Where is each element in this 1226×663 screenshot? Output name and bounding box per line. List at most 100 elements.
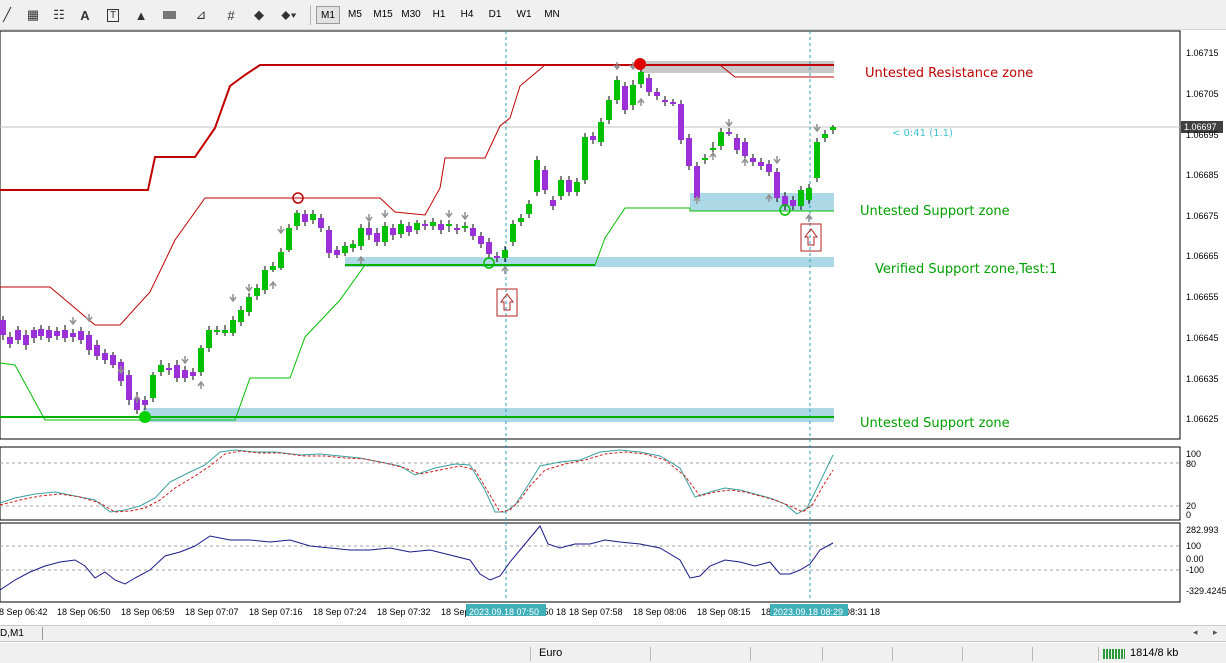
timeframe-m5[interactable]: M5 [344,6,366,24]
candle [102,353,108,360]
price-label: 1.06715 [1186,48,1219,58]
candle [374,233,380,242]
fibonacci-tool-icon[interactable]: ☷ [48,4,70,26]
candle [734,138,740,150]
candle [582,137,588,180]
time-label: 18 Sep 08:23 [761,607,770,617]
stoch-level-label: 0 [1186,510,1192,520]
candle [246,297,252,312]
chart-window[interactable]: 1.06697 [0,30,1226,623]
candle [302,214,308,222]
candle [622,86,628,110]
time-label: 18 Sep 08:15 [697,607,751,617]
candle [174,365,180,378]
support-zone-top-label: Untested Support zone [860,204,1010,219]
candle [534,160,540,192]
candle [806,188,812,200]
timeframe-m1[interactable]: M1 [316,6,340,24]
channel-tool-icon[interactable]: ▦ [22,4,44,26]
candle [446,224,452,226]
scroll-right-icon[interactable]: ▸ [1213,627,1218,638]
candle [790,200,796,206]
candle [822,134,828,138]
time-label: 18 Sep 06:42 [0,607,48,617]
time-label: 18 Sep 08:31 [848,607,880,617]
hash-tool-icon[interactable]: # [220,4,242,26]
toolbar-separator [310,5,311,25]
candle [694,166,700,198]
candle [142,400,148,405]
candle [750,158,756,162]
cci-frame [0,522,1181,603]
candle [366,228,372,235]
candle [766,164,772,172]
chart-tab[interactable]: D,M1 [0,627,28,641]
candle [38,329,44,336]
candle [350,244,356,248]
candle [478,236,484,244]
arrow-up-tool-icon[interactable]: ▲ [130,4,152,26]
cci-level-label: -329.4245 [1186,586,1226,596]
candle [462,226,468,228]
candle [262,270,268,290]
candle [15,330,21,340]
line-tool-icon[interactable]: ╱ [0,4,18,26]
timeframe-m30[interactable]: M30 [398,6,424,24]
candle [438,224,444,230]
price-label: 1.06665 [1186,251,1219,261]
time-label: 18 Sep 07:24 [313,607,367,617]
connection-indicator-icon[interactable] [1103,649,1125,659]
candle [286,228,292,250]
candle [566,180,572,192]
label-tool-label: T [106,8,120,22]
status-separator [962,647,963,661]
candle [278,252,284,268]
candle [614,80,620,100]
candle [774,172,780,198]
timeframe-h1[interactable]: H1 [428,6,450,24]
fibo-fan-tool-icon[interactable]: ⊿ [190,4,212,26]
candle [574,182,580,192]
timeframe-mn[interactable]: MN [540,6,564,24]
timeframe-w1[interactable]: W1 [512,6,536,24]
timeframe-m15[interactable]: M15 [370,6,396,24]
price-label: 1.06645 [1186,333,1219,343]
candle [646,78,652,92]
rectangle-tool-icon[interactable] [158,4,180,26]
candle [398,224,404,234]
candle [110,355,116,365]
timeframe-h4[interactable]: H4 [456,6,478,24]
candle [342,246,348,253]
candle [206,330,212,348]
status-profile: Euro [539,647,563,659]
candle [702,158,708,160]
candle [526,204,532,214]
candle [590,136,596,140]
candle [190,372,196,376]
candle [678,104,684,140]
label-tool-icon[interactable]: T [102,4,124,26]
candle [270,266,276,270]
candle [798,190,804,206]
candle [182,370,188,378]
candle [502,250,508,258]
candle [486,242,492,254]
shapes-tool-icon[interactable]: ◆ [248,4,270,26]
candle [710,148,716,150]
candle [0,320,6,335]
candle [358,228,364,246]
timeframe-d1[interactable]: D1 [484,6,506,24]
candle [46,330,52,338]
support-touch-marker [139,411,151,423]
text-tool-icon[interactable]: A [74,4,96,26]
candle [814,142,820,178]
candle [422,224,428,226]
scroll-left-icon[interactable]: ◂ [1193,627,1198,638]
time-label: 18 Sep 07:50 [546,607,566,617]
tab-separator [42,627,43,640]
shapes-dropdown-icon[interactable]: ⬥▾ [276,4,302,26]
candle [654,92,660,96]
stochastic-frame [0,446,1181,521]
candle [758,162,764,166]
candle [222,330,228,333]
